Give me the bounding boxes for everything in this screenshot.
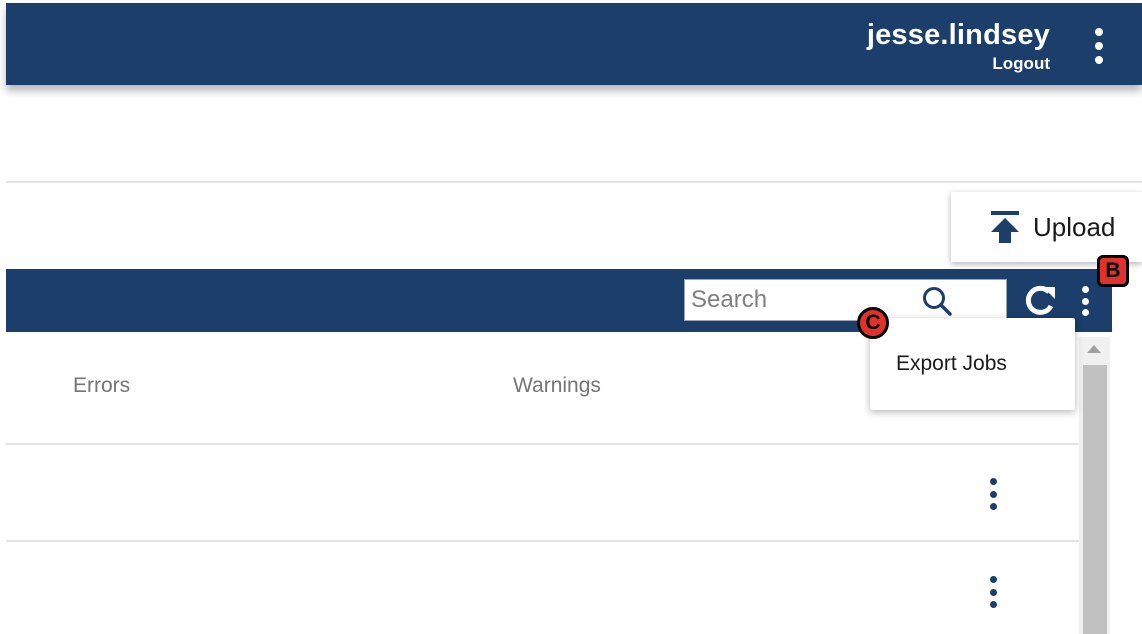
row-2-kebab-menu-icon[interactable] <box>988 576 998 608</box>
upload-button-label: Upload <box>1033 211 1116 242</box>
table-options-menu: Export Jobs <box>870 318 1075 410</box>
column-header-errors: Errors <box>73 374 131 397</box>
table-kebab-menu-icon[interactable] <box>1080 286 1090 316</box>
logout-link[interactable]: Logout <box>992 54 1050 74</box>
annotation-marker-c: C <box>857 307 889 339</box>
scroll-up-arrow-icon[interactable] <box>1087 345 1101 353</box>
menu-item-export-jobs[interactable]: Export Jobs <box>896 352 1007 376</box>
section-divider <box>6 181 1142 183</box>
upload-button[interactable]: Upload <box>951 192 1142 262</box>
app-header: jesse.lindsey Logout <box>6 3 1142 85</box>
search-field[interactable] <box>684 279 1007 321</box>
row-1-kebab-menu-icon[interactable] <box>988 478 998 510</box>
upload-arrow-icon <box>991 211 1019 243</box>
scrollbar-thumb[interactable] <box>1083 365 1107 634</box>
search-icon[interactable] <box>921 285 953 317</box>
username-label: jesse.lindsey <box>866 19 1050 51</box>
header-kebab-menu-icon[interactable] <box>1094 28 1104 64</box>
annotation-marker-b: B <box>1097 255 1129 287</box>
column-header-warnings: Warnings <box>513 374 601 397</box>
row-divider <box>6 540 1079 542</box>
refresh-icon[interactable] <box>1022 284 1058 318</box>
header-row-divider <box>6 443 1079 445</box>
